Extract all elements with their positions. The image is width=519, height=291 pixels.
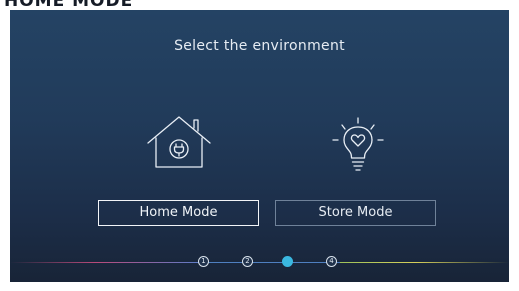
progress-line-mid — [200, 262, 340, 263]
home-mode-button[interactable]: Home Mode — [98, 200, 259, 226]
top-strip: HOME MODE — [0, 0, 519, 10]
step-1-indicator: 1 — [198, 256, 209, 267]
step-progress: 1 2 3 4 — [10, 250, 509, 274]
lightbulb-heart-icon — [324, 117, 392, 175]
house-plug-icon — [146, 114, 212, 170]
cropped-heading: HOME MODE — [4, 0, 134, 10]
setup-screen: Select the environment Home Mode Store M… — [10, 10, 509, 282]
store-mode-button[interactable]: Store Mode — [275, 200, 436, 226]
progress-line-left — [10, 262, 200, 263]
step-2-indicator: 2 — [242, 256, 253, 267]
page-title: Select the environment — [174, 38, 345, 54]
step-3-indicator: 3 — [282, 256, 293, 267]
progress-line-right — [340, 262, 509, 263]
step-4-indicator: 4 — [326, 256, 337, 267]
